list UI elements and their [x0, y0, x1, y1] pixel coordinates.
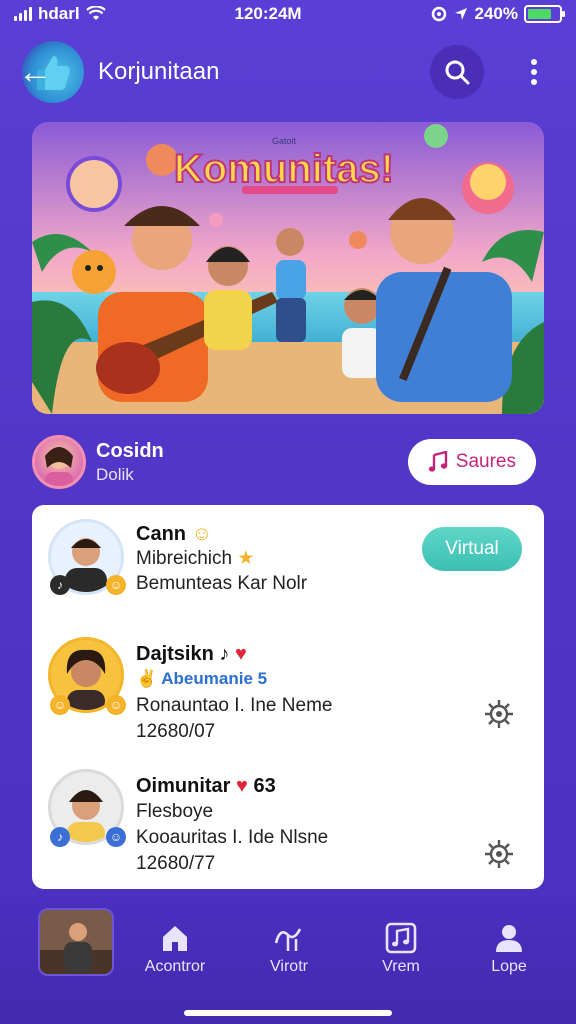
music-route-icon [274, 928, 302, 951]
star-icon: ★ [237, 548, 255, 569]
home-icon [163, 926, 187, 951]
member-line2: Kooauritas I. Ide Nlsne [136, 827, 329, 848]
emoji-badge-icon: ☺ [106, 827, 126, 847]
member-name-suffix: 63 [253, 775, 276, 797]
nav-tab-virotr[interactable]: Virotr [244, 918, 334, 976]
list-item[interactable]: ☺ ☺ Dajtsikn ♪ ♥ ✌ Abeumanie 5 Ronauntao… [32, 625, 544, 757]
member-name-text: Cann [136, 523, 186, 545]
member-name: Oimunitar ♥ 63 [136, 775, 276, 798]
clock: 120:24M [234, 4, 302, 23]
emoji-icon: ☺ [191, 523, 212, 545]
host-row: Cosidn Dolik Saures [32, 432, 544, 492]
host-name: Cosidn [96, 439, 164, 462]
list-item[interactable]: ♪ ☺ Cann ☺ Mibreichich ★ Bemunteas Kar N… [32, 505, 544, 625]
battery-percent: 240% [474, 4, 518, 23]
host-subtitle: Dolik [96, 464, 134, 484]
heart-icon: ♥ [236, 775, 248, 797]
nav-tab-label: Lope [491, 958, 527, 975]
nav-tab-label: Virotr [270, 958, 308, 975]
member-name: Cann ☺ [136, 523, 212, 546]
heart-icon: ♥ [234, 643, 247, 665]
music-note-icon [385, 922, 417, 954]
member-line2: Ronauntao I. Ine Neme [136, 695, 333, 716]
app-bar: ← Korjunitaan [0, 40, 576, 104]
banner-illustration: Gatoit Komunitas! [32, 122, 544, 414]
music-badge-icon: ♪ [50, 827, 70, 847]
nav-tab-lope[interactable]: Lope [464, 918, 554, 976]
music-note-icon [428, 451, 447, 472]
saures-button-label: Saures [455, 451, 516, 472]
member-name-text: Oimunitar [136, 775, 231, 797]
wifi-icon [85, 6, 106, 20]
bottom-nav: Acontror Virotr Vrem Lope [0, 898, 576, 1024]
emoji-badge-icon: ☺ [106, 575, 126, 595]
list-item[interactable]: ♪ ☺ Oimunitar ♥ 63 Flesboye Kooauritas I… [32, 757, 544, 889]
banner-small-text: Gatoit [272, 136, 297, 146]
host-avatar[interactable] [32, 435, 86, 489]
member-line1-text: Abeumanie 5 [161, 669, 268, 688]
host-info: Cosidn Dolik [96, 440, 408, 485]
member-line3: 12680/77 [136, 853, 216, 874]
music-note-icon: ♪ [219, 643, 230, 665]
saures-button[interactable]: Saures [407, 439, 536, 485]
member-line1-text: Mibreichich [136, 548, 233, 569]
back-button[interactable]: ← [18, 41, 84, 103]
banner-title: Komunitas! [174, 147, 394, 191]
settings-gear-icon[interactable] [482, 697, 516, 731]
nav-tab-label: Vrem [382, 958, 420, 975]
profile-icon [496, 925, 522, 952]
member-line3: 12680/07 [136, 721, 216, 742]
home-indicator[interactable] [184, 1010, 392, 1016]
emoji-badge-icon: ☺ [106, 695, 126, 715]
page-title: Korjunitaan [98, 58, 220, 85]
mic-badge-icon: ♪ [50, 575, 70, 595]
carrier-label: hdarl [38, 4, 80, 23]
nav-tab-label: Acontror [144, 958, 206, 975]
members-card: ♪ ☺ Cann ☺ Mibreichich ★ Bemunteas Kar N… [32, 505, 544, 889]
now-playing-thumbnail[interactable] [38, 908, 114, 976]
more-options-button[interactable] [514, 45, 554, 99]
community-banner[interactable]: Gatoit Komunitas! [32, 122, 544, 414]
host-avatar-image [45, 447, 73, 486]
more-vertical-icon [531, 59, 537, 85]
nav-tab-vrem[interactable]: Vrem [356, 918, 446, 976]
location-icon [431, 6, 446, 22]
member-line1: Mibreichich ★ [136, 547, 254, 570]
member-line1: Flesboye [136, 801, 214, 822]
navigation-arrow-icon [454, 8, 467, 20]
virtual-button[interactable]: Virtual [422, 527, 522, 571]
search-button[interactable] [430, 45, 484, 99]
settings-gear-icon[interactable] [482, 837, 516, 871]
nav-tab-home[interactable]: Acontror [130, 918, 220, 976]
member-name: Dajtsikn ♪ ♥ [136, 643, 247, 666]
status-left: hdarl [14, 4, 106, 24]
signal-icon [14, 7, 32, 21]
member-name-text: Dajtsikn [136, 643, 214, 665]
victory-hand-icon: ✌ [136, 669, 158, 688]
member-line2: Bemunteas Kar Nolr [136, 573, 308, 594]
status-bar: hdarl 120:24M 240% [0, 0, 576, 28]
emoji-badge-icon: ☺ [50, 695, 70, 715]
status-right: 240% [431, 4, 565, 24]
search-icon [445, 60, 470, 85]
battery-icon [524, 5, 565, 23]
back-arrow-icon: ← [18, 53, 52, 91]
member-line1: ✌ Abeumanie 5 [136, 669, 267, 689]
